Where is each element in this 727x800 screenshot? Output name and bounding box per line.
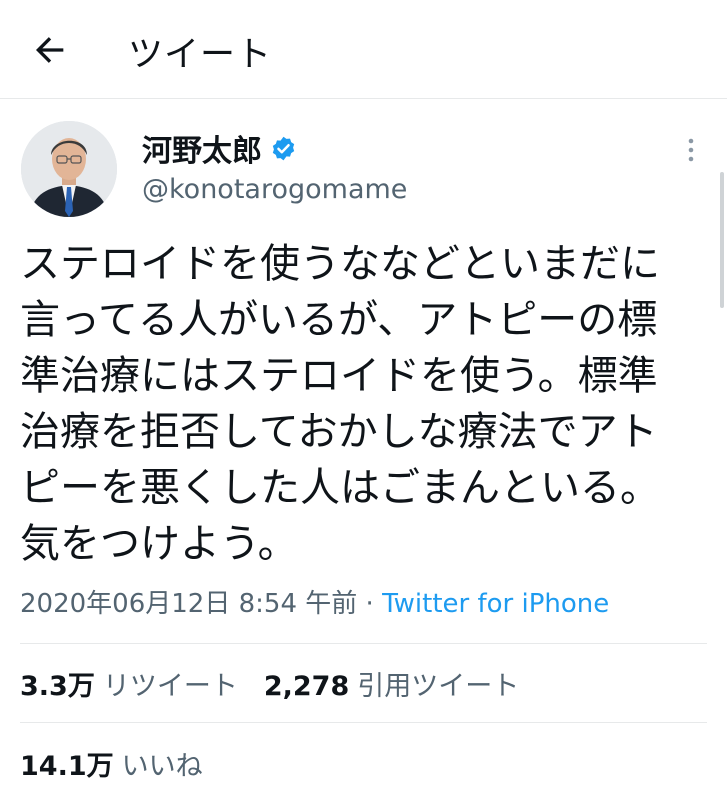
- likes-count: 14.1万: [20, 751, 114, 782]
- arrow-left-icon[interactable]: [30, 30, 70, 70]
- retweets-label: リツイート: [102, 671, 238, 702]
- quotes-label: 引用ツイート: [357, 671, 520, 702]
- author-display-name[interactable]: 河野太郎: [142, 126, 262, 170]
- avatar[interactable]: [21, 121, 117, 217]
- divider: [20, 722, 707, 723]
- retweet-stats-row: 3.3万 リツイート 2,278 引用ツイート: [20, 664, 519, 703]
- tweet-text: ステロイドを使うななどといまだに 言ってる人がいるが、アトピーの標 準治療にはス…: [20, 241, 660, 567]
- more-options-icon[interactable]: [688, 138, 694, 162]
- quotes-stat[interactable]: 2,278 引用ツイート: [264, 671, 519, 702]
- scrollbar[interactable]: [720, 172, 724, 308]
- quotes-count: 2,278: [263, 671, 350, 702]
- likes-stat[interactable]: 14.1万 いいね: [20, 751, 203, 782]
- author-handle[interactable]: @konotarogomame: [142, 174, 407, 205]
- page-title: ツイート: [128, 35, 273, 75]
- retweets-count: 3.3万: [20, 671, 95, 702]
- tweet-timestamp[interactable]: 2020年06月12日 8:54 午前: [20, 589, 357, 619]
- meta-separator: ·: [357, 589, 383, 619]
- likes-stats-row: 14.1万 いいね: [20, 744, 203, 783]
- tweet-source-link[interactable]: Twitter for iPhone: [382, 589, 609, 619]
- author-name-row[interactable]: 河野太郎: [142, 126, 297, 170]
- retweets-stat[interactable]: 3.3万 リツイート: [20, 671, 238, 702]
- tweet-meta: 2020年06月12日 8:54 午前 · Twitter for iPhone: [20, 583, 609, 620]
- avatar-portrait-icon: [21, 121, 117, 217]
- tweet-header: ツイート: [0, 0, 727, 99]
- divider: [20, 643, 707, 644]
- verified-badge-icon: [272, 136, 295, 160]
- likes-label: いいね: [121, 751, 203, 782]
